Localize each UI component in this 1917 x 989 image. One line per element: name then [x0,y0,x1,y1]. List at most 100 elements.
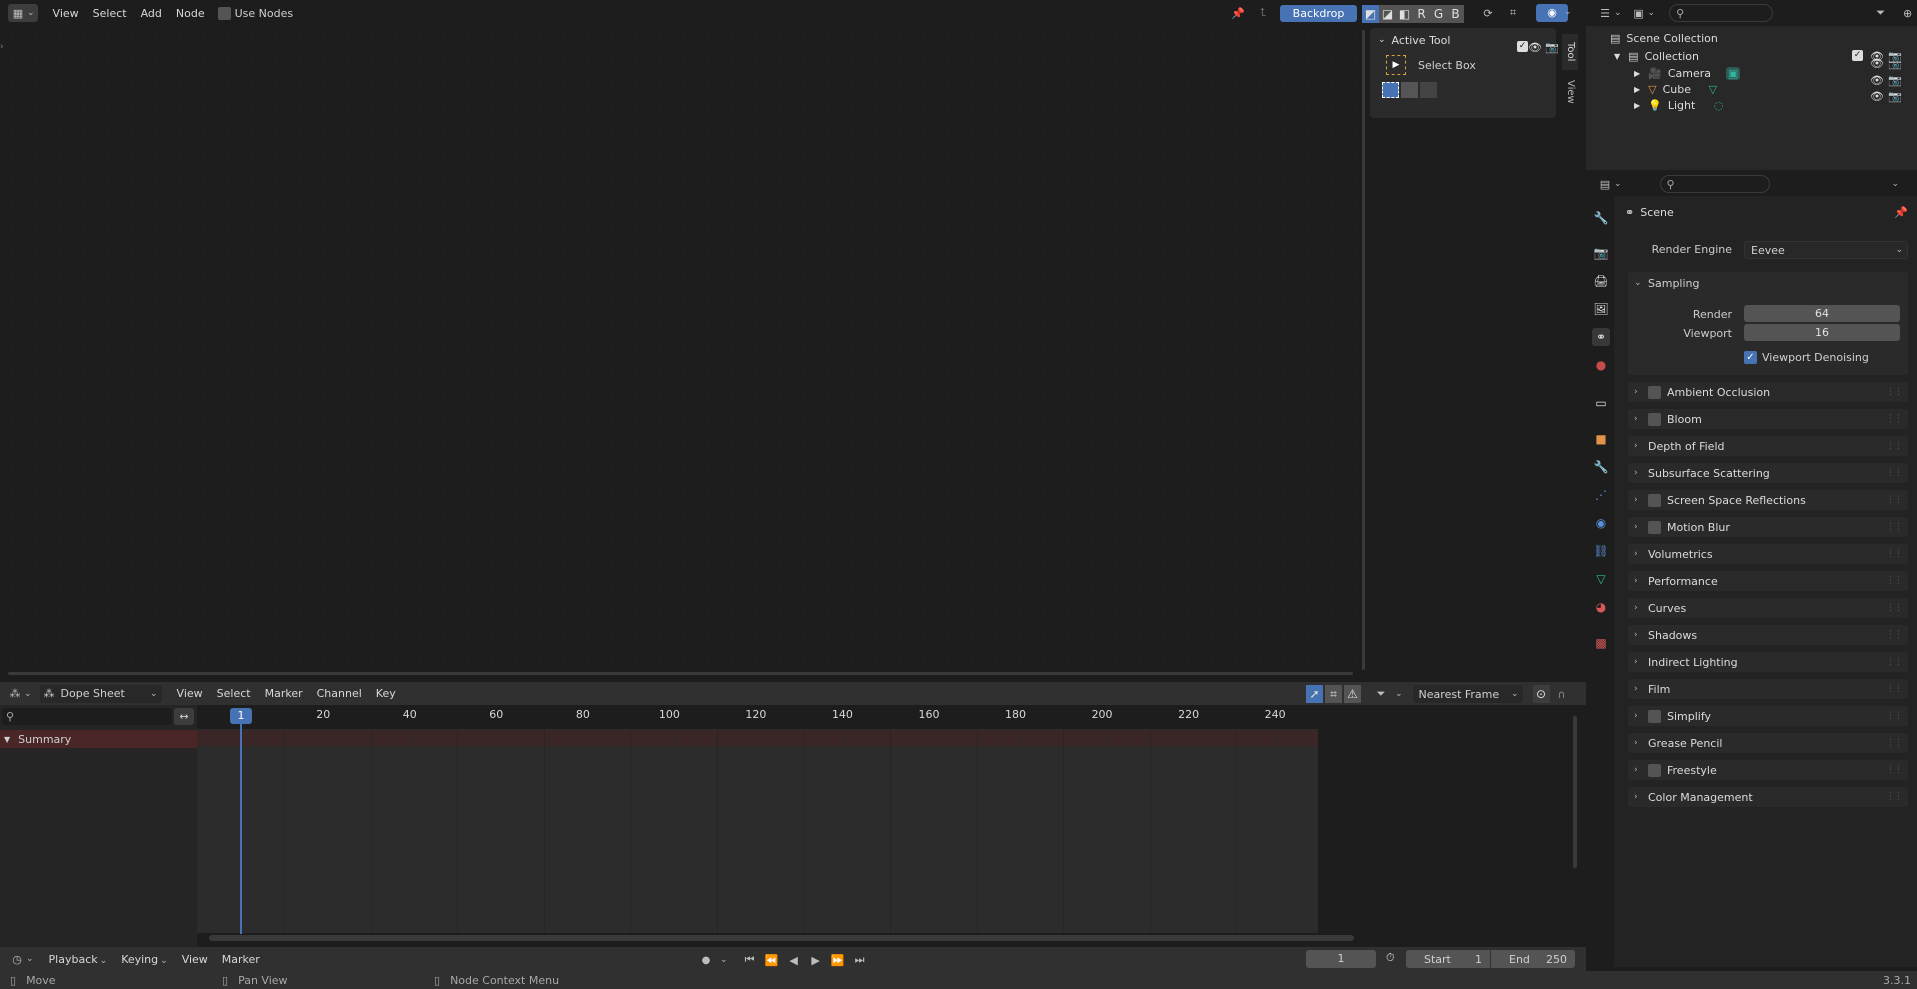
next-keyframe-icon[interactable]: ⏩ [828,950,848,970]
menu-view[interactable]: View [175,953,215,966]
drag-grip-icon[interactable]: ⋮⋮ [1886,765,1903,775]
summary-channel[interactable]: ▼ Summary [0,730,197,748]
channel-b-button[interactable]: B [1447,5,1464,23]
backdrop-button[interactable]: Backdrop [1280,5,1357,22]
drag-grip-icon[interactable]: ⋮⋮ [1886,387,1903,397]
menu-add[interactable]: Add [134,7,169,20]
drag-grip-icon[interactable]: ⋮⋮ [1886,630,1903,640]
collection-visibility-icon[interactable]: 👁 [1870,49,1884,63]
stopwatch-icon[interactable]: ⏱ [1386,951,1395,965]
drag-grip-icon[interactable]: ⋮⋮ [1886,441,1903,451]
panel-enable-checkbox[interactable] [1648,763,1661,777]
panel-performance[interactable]: › Performance ⋮⋮ [1628,571,1908,591]
channel-color-alpha-icon[interactable]: ◩ [1362,5,1379,23]
panel-shadows[interactable]: › Shadows ⋮⋮ [1628,625,1908,645]
mode-subtract-icon[interactable] [1420,82,1437,98]
chevron-down-icon[interactable]: ⌄ [720,955,728,965]
menu-key[interactable]: Key [369,687,403,700]
drag-grip-icon[interactable]: ⋮⋮ [1886,711,1903,721]
light-render-icon[interactable]: 📷 [1888,89,1902,103]
physics-tab-icon[interactable]: ◉ [1592,514,1610,532]
output-tab-icon[interactable]: 🖨 [1592,272,1610,290]
panel-grease-pencil[interactable]: › Grease Pencil ⋮⋮ [1628,733,1908,753]
panel-enable-checkbox[interactable] [1648,709,1661,723]
collection-row[interactable]: ▼ ▤ Collection [1614,47,1699,65]
drag-grip-icon[interactable]: ⋮⋮ [1886,684,1903,694]
expand-icon[interactable]: ▶ [1634,101,1640,110]
panel-curves[interactable]: › Curves ⋮⋮ [1628,598,1908,618]
drag-grip-icon[interactable]: ⋮⋮ [1886,603,1903,613]
current-frame-field[interactable]: 1 [1306,950,1376,968]
drag-grip-icon[interactable]: ⋮⋮ [1886,522,1903,532]
scene-tab-icon[interactable]: ⚭ [1592,328,1610,346]
render-engine-dropdown[interactable]: Eevee ⌄ [1744,241,1908,259]
play-reverse-icon[interactable]: ◀ [784,950,804,970]
filter-icon[interactable]: ⏷ [1371,684,1391,704]
constraints-tab-icon[interactable]: ⛓ [1592,542,1610,560]
render-samples-field[interactable]: 64 [1744,305,1900,322]
cube-render-icon[interactable]: 📷 [1888,73,1902,87]
pin-icon[interactable]: 📌 [1228,3,1248,23]
prev-keyframe-icon[interactable]: ⏪ [762,950,782,970]
panel-bloom[interactable]: › Bloom ⋮⋮ [1628,409,1908,429]
only-selected-icon[interactable]: ➚ [1306,685,1323,703]
menu-select[interactable]: Select [86,7,134,20]
tab-tool[interactable]: Tool [1562,34,1578,70]
channel-r-button[interactable]: R [1413,5,1430,23]
render-tab-icon[interactable]: 📷 [1592,244,1610,262]
menu-keying[interactable]: Keying ⌄ [114,953,175,966]
snap-grid-icon[interactable]: ⌗ [1503,3,1523,23]
active-tool-row[interactable]: ▶ Select Box [1370,52,1556,78]
channel-color-icon[interactable]: ◪ [1379,5,1396,23]
tab-view[interactable]: View [1562,74,1578,110]
light-visibility-icon[interactable]: 👁 [1870,89,1884,103]
drag-grip-icon[interactable]: ⋮⋮ [1886,495,1903,505]
panel-subsurface-scattering[interactable]: › Subsurface Scattering ⋮⋮ [1628,463,1908,483]
tool-tab-icon[interactable]: 🔧 [1592,209,1610,227]
channel-g-button[interactable]: G [1430,5,1447,23]
current-frame-badge[interactable]: 1 [230,708,252,724]
expand-icon[interactable]: ▶ [1634,85,1640,94]
collection-render-icon[interactable]: 📷 [1545,40,1559,54]
menu-select[interactable]: Select [210,687,258,700]
menu-marker[interactable]: Marker [215,953,267,966]
drag-grip-icon[interactable]: ⋮⋮ [1886,576,1903,586]
outliner-item-light[interactable]: ▶ 💡 Light ◌ [1634,96,1723,114]
panel-film[interactable]: › Film ⋮⋮ [1628,679,1908,699]
parent-node-icon[interactable]: ⮤ [1253,3,1273,23]
outliner-editor-dropdown[interactable]: ☰ ⌄ [1598,4,1621,22]
material-tab-icon[interactable]: ◕ [1592,598,1610,616]
dopesheet-vscroll[interactable] [1573,716,1577,868]
modifier-tab-icon[interactable]: 🔧 [1592,458,1610,476]
panel-enable-checkbox[interactable] [1648,412,1661,426]
panel-depth-of-field[interactable]: › Depth of Field ⋮⋮ [1628,436,1908,456]
particles-tab-icon[interactable]: ⋰ [1592,486,1610,504]
jump-start-icon[interactable]: ⏮ [740,950,760,970]
proportional-edit-icon[interactable]: ⊙ [1532,685,1550,703]
view-layer-tab-icon[interactable]: 🖼 [1592,300,1610,318]
channel-alpha-icon[interactable]: ◧ [1396,5,1413,23]
panel-ambient-occlusion[interactable]: › Ambient Occlusion ⋮⋮ [1628,382,1908,402]
menu-view[interactable]: View [170,687,210,700]
drag-grip-icon[interactable]: ⋮⋮ [1886,657,1903,667]
start-frame-field[interactable]: Start 1 [1406,950,1490,968]
mode-new-icon[interactable] [1382,82,1399,98]
editor-type-dropdown[interactable]: ⁂ ⌄ [8,685,32,703]
display-mode-dropdown[interactable]: ▣ ⌄ [1632,4,1655,22]
panel-motion-blur[interactable]: › Motion Blur ⋮⋮ [1628,517,1908,537]
object-tab-icon[interactable]: ■ [1592,430,1610,448]
toolbar-toggle-icon[interactable]: › [0,42,4,52]
scene-collection-row[interactable]: ▤ Scene Collection [1610,29,1718,47]
drag-grip-icon[interactable]: ⋮⋮ [1886,738,1903,748]
pin-icon[interactable]: 📌 [1894,206,1908,219]
panel-enable-checkbox[interactable] [1648,493,1661,507]
expand-icon[interactable]: ▶ [1634,69,1640,78]
drag-grip-icon[interactable]: ⋮⋮ [1886,549,1903,559]
overlay-chevron-icon[interactable]: ⌄ [1564,7,1572,17]
menu-channel[interactable]: Channel [310,687,369,700]
texture-tab-icon[interactable]: ▩ [1592,634,1610,652]
options-chevron-icon[interactable]: ⌄ [1892,179,1900,189]
dopesheet-hscroll[interactable] [209,935,1354,941]
outliner-search[interactable]: ⚲ [1669,4,1774,22]
viewport-denoising-checkbox[interactable]: ✓ [1744,351,1757,364]
